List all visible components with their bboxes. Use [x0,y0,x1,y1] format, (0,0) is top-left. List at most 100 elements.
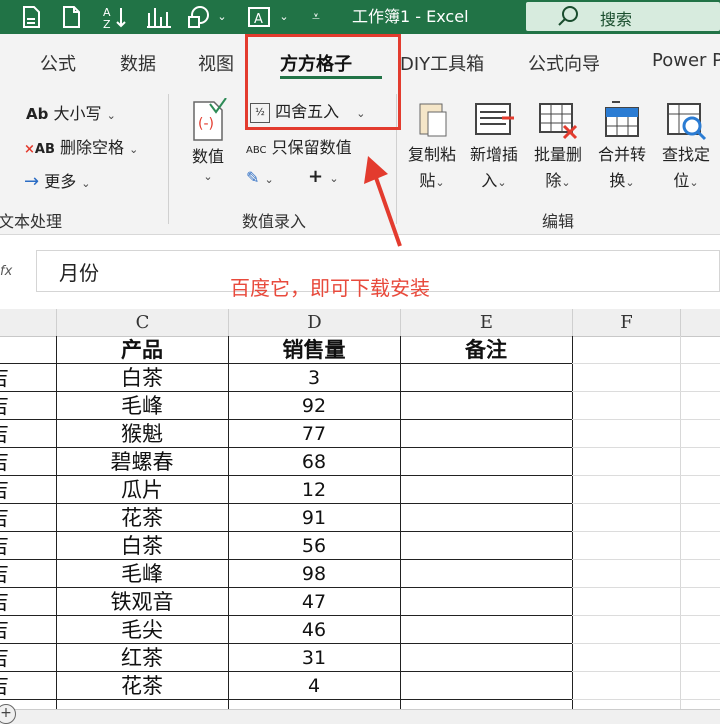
grid-line [0,447,572,448]
cell-remark[interactable] [400,420,572,448]
merge-convert-label-2: 换⌄ [609,171,635,190]
cell-remark[interactable] [400,476,572,504]
tab-formulas[interactable]: 公式 [40,50,76,76]
file-icon[interactable] [20,5,42,29]
value-button[interactable]: (-) 数值 ⌄ [180,98,236,183]
column-header-g[interactable] [680,309,720,336]
partial-cell-b[interactable]: 吉 [0,588,16,616]
cell-product[interactable]: 毛尖 [56,616,228,644]
tab-diy-toolbox[interactable]: DIY工具箱 [400,50,484,76]
chevron-down-icon[interactable]: ⌄ [278,5,290,29]
sort-az-icon[interactable]: AZ [102,5,128,31]
remove-space-button[interactable]: ×AB 删除空格 ⌄ [24,134,138,158]
partial-cell-b[interactable]: 吉 [0,532,16,560]
header-product[interactable]: 产品 [56,336,228,364]
cell-remark[interactable] [400,504,572,532]
cell-sales[interactable]: 68 [228,448,400,476]
find-grid-icon [667,103,707,141]
format-edit-button[interactable]: ✎ ⌄ [246,168,274,187]
tab-view[interactable]: 视图 [198,50,234,76]
chevron-down-icon[interactable]: ⌄ [216,5,228,29]
tab-formula-wizard[interactable]: 公式向导 [528,50,600,76]
partial-cell-b[interactable]: 吉 [0,476,16,504]
spreadsheet-grid[interactable]: C D E F 产品 销售量 备注 吉白茶3吉毛峰92吉猴魁77吉碧螺春68吉瓜… [0,309,720,709]
chevron-down-icon: ⌄ [356,107,366,120]
tab-fangfang-gezi[interactable]: 方方格子 [280,50,352,76]
cell-remark[interactable] [400,560,572,588]
cell-sales[interactable]: 46 [228,616,400,644]
case-icon: Ab [26,105,49,123]
cell-remark[interactable] [400,616,572,644]
tab-power-pivot[interactable]: Power P [652,50,720,71]
copy-paste-button[interactable]: 复制粘 贴⌄ [404,98,460,196]
cell-product[interactable]: 毛峰 [56,560,228,588]
cell-remark[interactable] [400,588,572,616]
keep-value-button[interactable]: ABC 只保留数值 [246,134,352,158]
cell-remark[interactable] [400,532,572,560]
cell-product[interactable]: 铁观音 [56,588,228,616]
cell-sales[interactable]: 4 [228,672,400,700]
cell-sales[interactable]: 91 [228,504,400,532]
cell-remark[interactable] [400,392,572,420]
grid-line [0,503,572,504]
new-document-icon[interactable] [60,5,82,29]
shapes-icon[interactable] [186,5,212,29]
search-box[interactable]: 搜索 [526,2,720,31]
cell-remark[interactable] [400,364,572,392]
partial-cell-b[interactable]: 吉 [0,672,16,700]
cell-product[interactable]: 红茶 [56,644,228,672]
batch-delete-button[interactable]: 批量删 除⌄ [530,98,586,196]
customize-qat-icon[interactable]: ⩡ [308,5,324,29]
merge-convert-button[interactable]: 合并转 换⌄ [594,98,650,196]
cell-product[interactable]: 瓜片 [56,476,228,504]
chart-icon[interactable] [146,5,172,29]
partial-cell-b[interactable]: 吉 [0,448,16,476]
partial-cell-b[interactable]: 吉 [0,616,16,644]
add-sheet-icon[interactable]: + [0,704,16,724]
column-header-e[interactable]: E [400,309,572,336]
cell-sales[interactable]: 47 [228,588,400,616]
cell-remark[interactable] [400,672,572,700]
partial-cell-b[interactable]: 吉 [0,644,16,672]
column-header-f[interactable]: F [572,309,680,336]
cell-sales[interactable]: 12 [228,476,400,504]
header-sales[interactable]: 销售量 [228,336,400,364]
cell-product[interactable]: 毛峰 [56,392,228,420]
plus-button[interactable]: + ⌄ [308,166,339,187]
partial-cell-b[interactable]: 吉 [0,420,16,448]
cell-sales[interactable]: 56 [228,532,400,560]
column-header-c[interactable]: C [56,309,228,336]
cell-product[interactable]: 白茶 [56,364,228,392]
cell-sales[interactable]: 77 [228,420,400,448]
cell-product[interactable]: 花茶 [56,504,228,532]
partial-cell-b[interactable]: 吉 [0,504,16,532]
partial-cell-b[interactable]: 吉 [0,364,16,392]
cell-remark[interactable] [400,448,572,476]
textbox-icon[interactable]: A [246,5,272,29]
more-button[interactable]: → 更多 ⌄ [24,168,91,192]
cell-sales[interactable]: 98 [228,560,400,588]
partial-cell-b[interactable]: 吉 [0,392,16,420]
fx-icon[interactable]: fx [0,264,12,279]
find-locate-button[interactable]: 查找定 位⌄ [658,98,714,196]
grid-line [572,391,720,392]
grid-line [0,559,572,560]
header-remark[interactable]: 备注 [400,336,572,364]
svg-text:A: A [254,12,263,27]
cell-sales[interactable]: 31 [228,644,400,672]
cell-sales[interactable]: 92 [228,392,400,420]
tab-data[interactable]: 数据 [120,50,156,76]
cell-sales[interactable]: 3 [228,364,400,392]
chevron-down-icon: ⌄ [497,176,507,189]
column-header-d[interactable]: D [228,309,400,336]
cell-product[interactable]: 猴魁 [56,420,228,448]
grid-line [0,475,572,476]
cell-product[interactable]: 碧螺春 [56,448,228,476]
partial-cell-b[interactable]: 吉 [0,560,16,588]
insert-button[interactable]: 新增插 入⌄ [466,98,522,196]
round-button[interactable]: ½ 四舍五入 ⌄ [250,98,365,123]
cell-product[interactable]: 白茶 [56,532,228,560]
cell-remark[interactable] [400,644,572,672]
case-button[interactable]: Ab 大小写 ⌄ [26,100,116,124]
cell-product[interactable]: 花茶 [56,672,228,700]
